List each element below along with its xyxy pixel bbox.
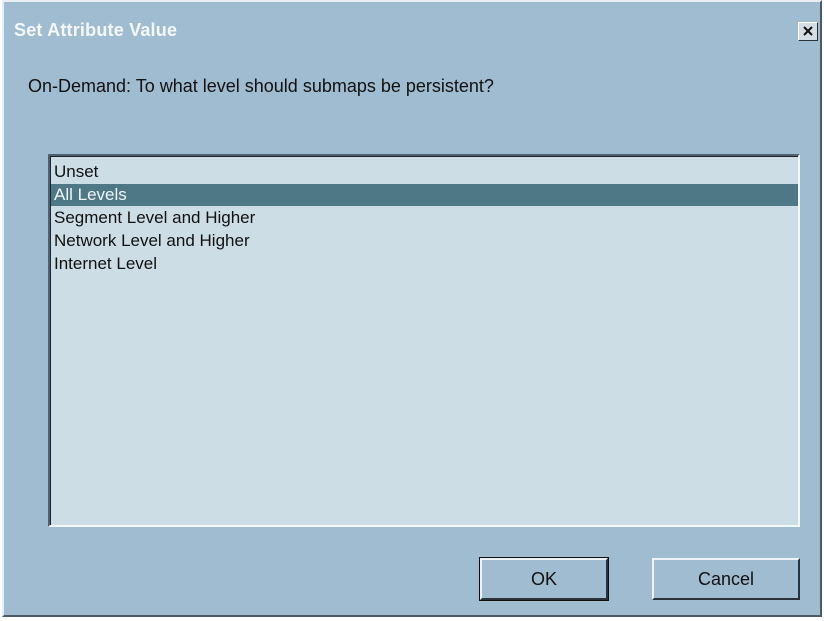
- title-bar[interactable]: Set Attribute Value: [4, 2, 820, 42]
- cancel-button[interactable]: Cancel: [652, 558, 800, 600]
- close-button[interactable]: [798, 22, 818, 41]
- ok-button[interactable]: OK: [479, 557, 609, 601]
- set-attribute-dialog: Set Attribute Value On-Demand: To what l…: [2, 0, 822, 617]
- level-listbox[interactable]: Unset All Levels Segment Level and Highe…: [48, 154, 800, 527]
- dialog-title: Set Attribute Value: [14, 20, 178, 40]
- list-item-segment-level[interactable]: Segment Level and Higher: [51, 207, 798, 229]
- list-item-network-level[interactable]: Network Level and Higher: [51, 230, 798, 252]
- list-item-all-levels[interactable]: All Levels: [51, 184, 798, 206]
- listbox-content: Unset All Levels Segment Level and Highe…: [50, 156, 798, 525]
- list-item-unset[interactable]: Unset: [51, 161, 798, 183]
- question-label: On-Demand: To what level should submaps …: [28, 76, 494, 96]
- close-icon: [803, 26, 813, 36]
- list-item-internet-level[interactable]: Internet Level: [51, 253, 798, 275]
